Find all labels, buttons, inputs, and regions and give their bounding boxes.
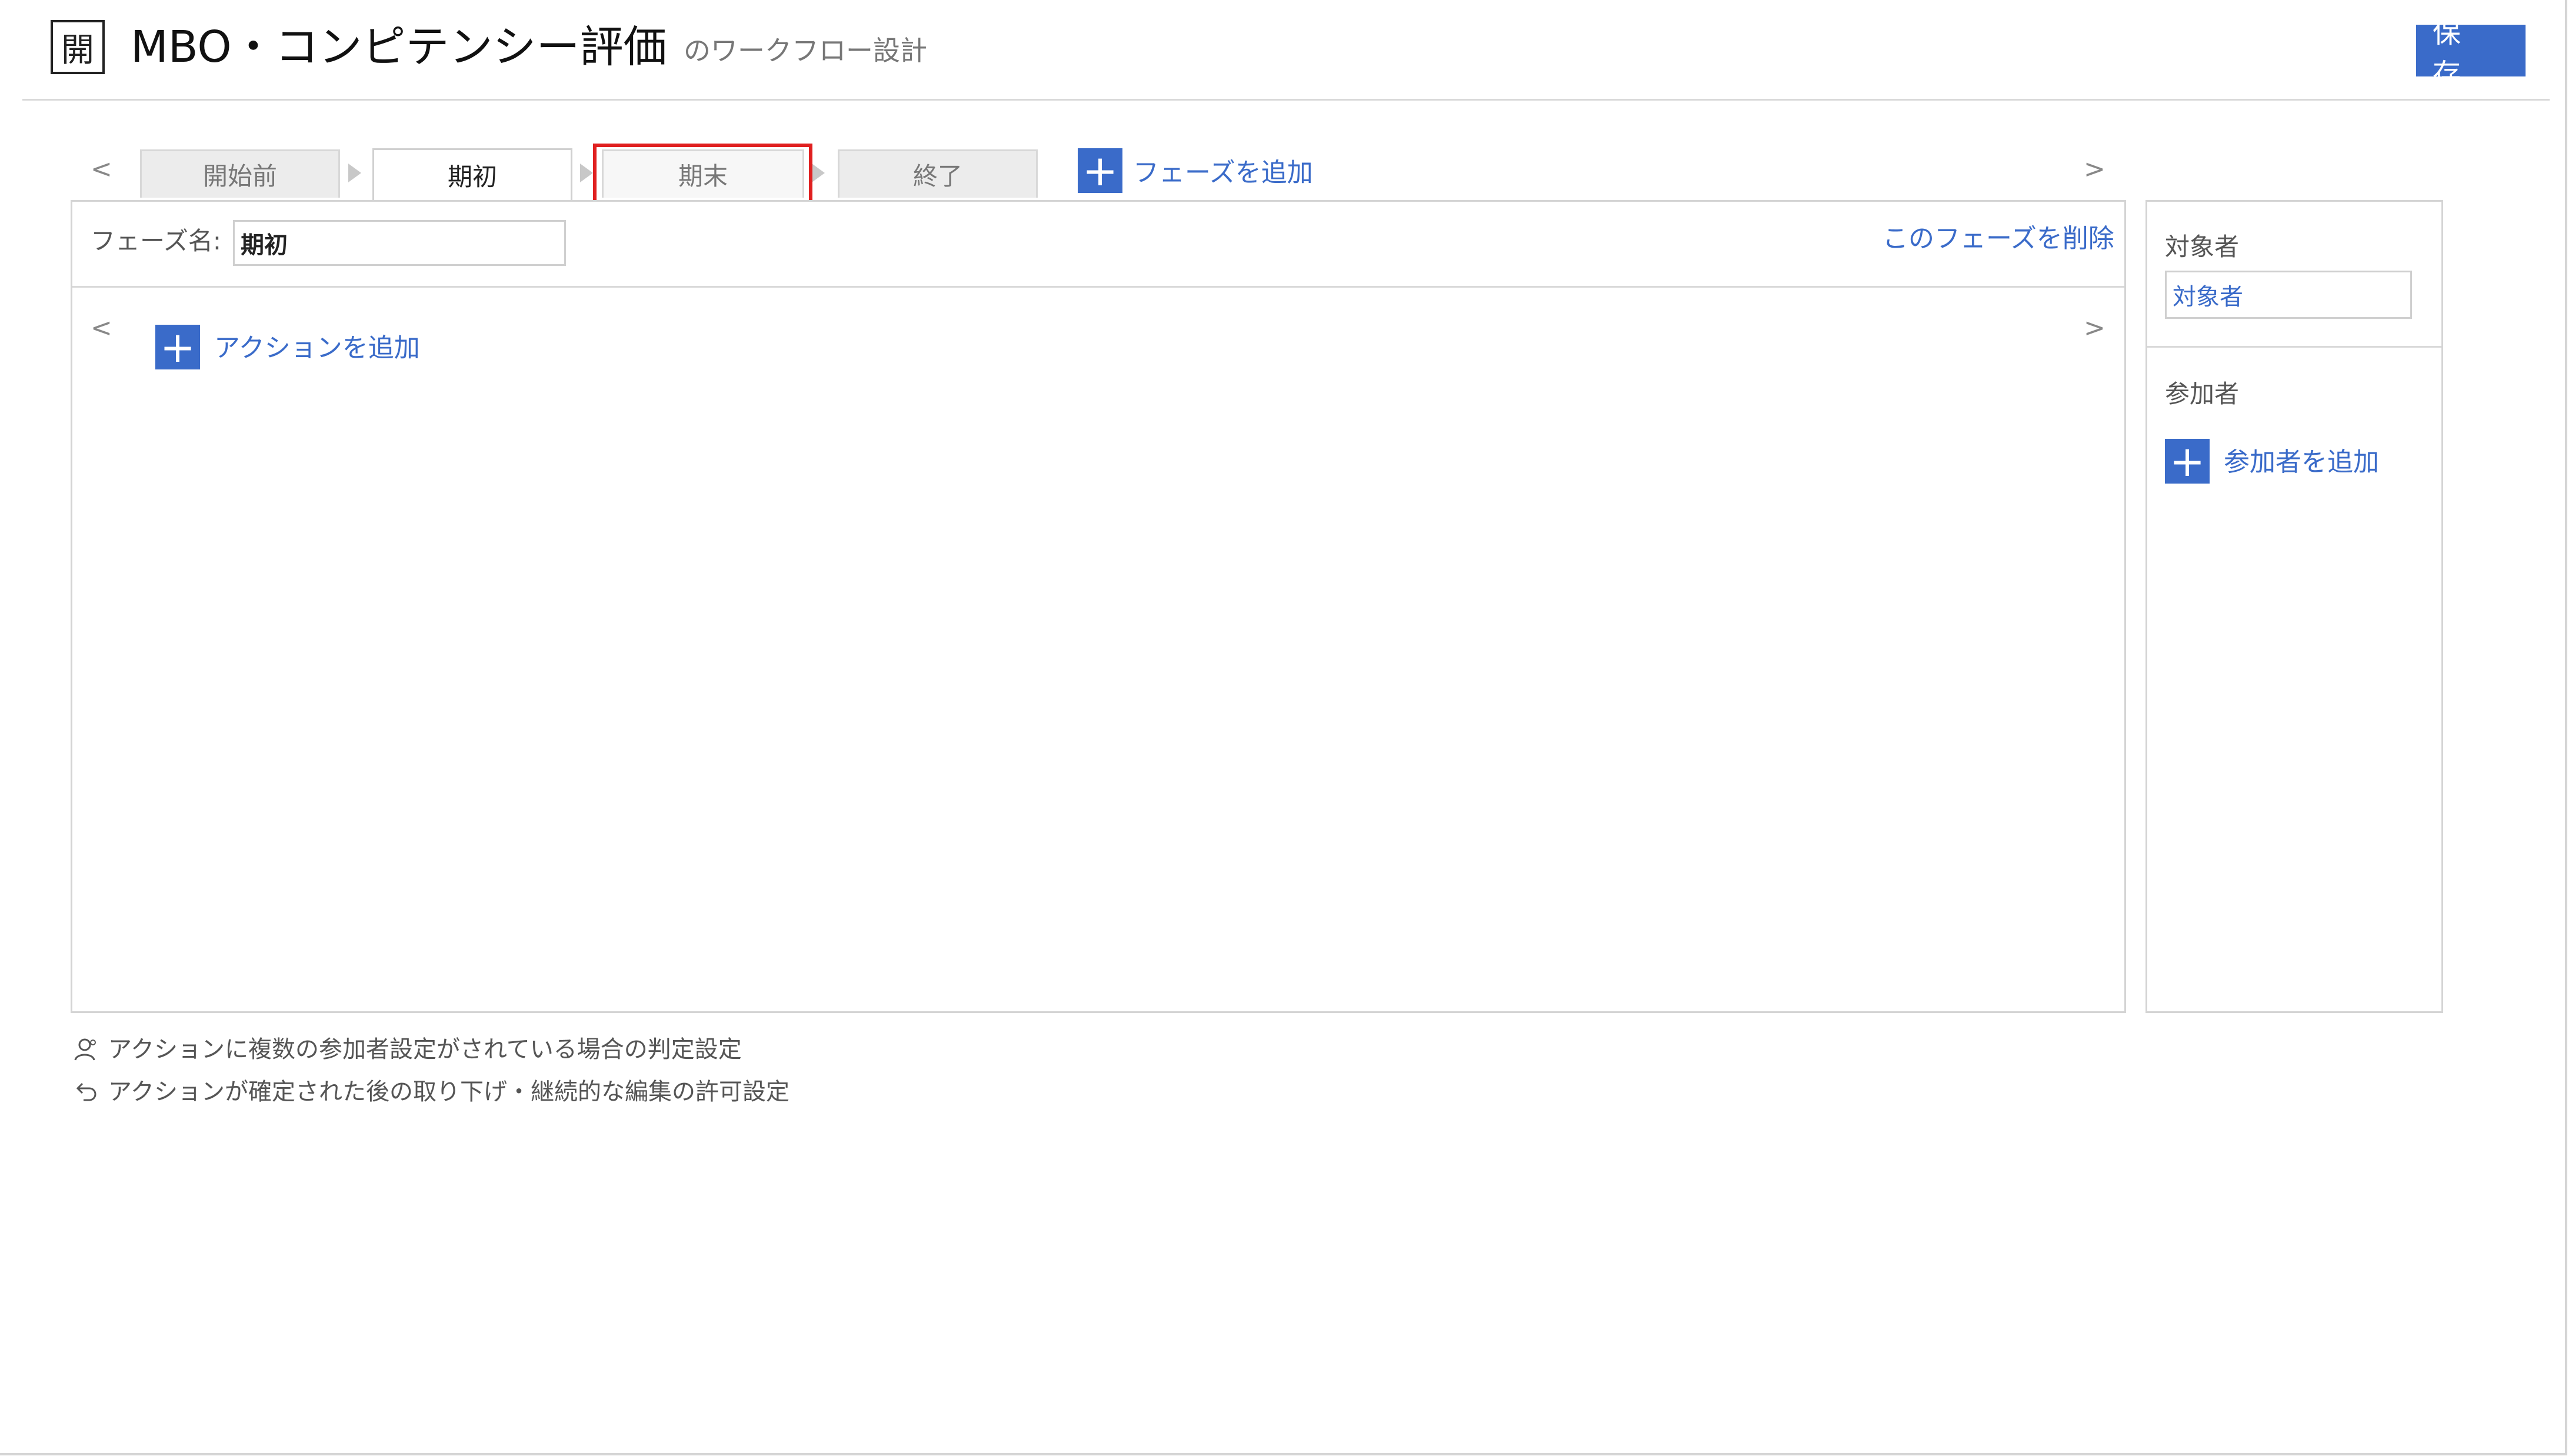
target-field[interactable]: 対象者	[2165, 271, 2412, 319]
phase-name-label: フェーズ名:	[91, 226, 222, 255]
note-withdraw-edit[interactable]: アクションが確定された後の取り下げ・継続的な編集の許可設定	[72, 1075, 789, 1108]
actions-scroll-right-button[interactable]: >	[2084, 311, 2105, 346]
add-action-button[interactable]: アクションを追加	[214, 331, 420, 366]
panel-divider	[72, 286, 2124, 288]
tab-phase-finish[interactable]: 終了	[838, 149, 1038, 198]
page-subtitle: のワークフロー設計	[684, 35, 927, 66]
tab-phase-pre-start[interactable]: 開始前	[140, 149, 340, 198]
header-divider	[22, 99, 2550, 101]
delete-phase-link[interactable]: このフェーズを削除	[1883, 221, 2114, 256]
phase-arrow-icon	[348, 164, 361, 182]
note-multiple-participants-text: アクションに複数の参加者設定がされている場合の判定設定	[108, 1036, 742, 1063]
phase-arrow-icon	[812, 164, 825, 182]
add-action-plus-icon[interactable]: +	[155, 325, 200, 369]
note-multiple-participants[interactable]: アクションに複数の参加者設定がされている場合の判定設定	[72, 1033, 742, 1066]
save-button[interactable]: 保 存	[2416, 16, 2526, 91]
phase-panel	[71, 200, 2126, 1013]
phase-scroll-right-button[interactable]: >	[2084, 152, 2105, 187]
participants-label: 参加者	[2165, 379, 2240, 408]
add-participant-button[interactable]: 参加者を追加	[2224, 445, 2379, 480]
target-label: 対象者	[2165, 232, 2240, 261]
phase-arrow-icon	[580, 164, 593, 182]
tab-phase-end-of-term[interactable]: 期末	[602, 149, 804, 198]
side-panel-divider	[2147, 346, 2441, 348]
add-phase-plus-icon[interactable]: +	[1078, 148, 1122, 193]
note-withdraw-edit-text: アクションが確定された後の取り下げ・継続的な編集の許可設定	[108, 1078, 789, 1105]
actions-scroll-left-button[interactable]: <	[91, 311, 112, 346]
phase-name-input[interactable]: 期初	[233, 220, 566, 266]
workflow-type-icon: 開	[51, 20, 105, 74]
participants-side-panel	[2145, 200, 2443, 1013]
tab-phase-start[interactable]: 期初	[372, 148, 572, 200]
person-icon	[74, 1038, 96, 1061]
phase-scroll-left-button[interactable]: <	[91, 152, 112, 187]
add-phase-button[interactable]: フェーズを追加	[1133, 155, 1313, 191]
page-title: MBO・コンピテンシー評価	[131, 22, 667, 72]
add-participant-plus-icon[interactable]: +	[2165, 439, 2210, 484]
undo-icon	[76, 1082, 96, 1101]
